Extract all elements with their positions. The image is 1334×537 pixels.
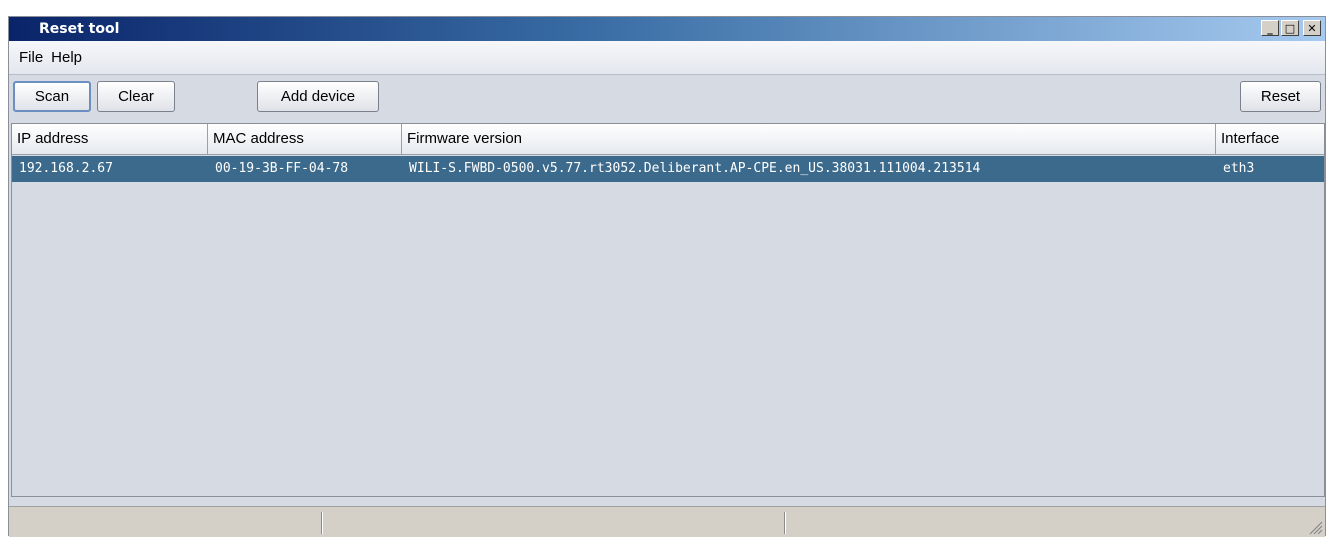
status-divider xyxy=(321,512,323,534)
cell-mac: 00-19-3B-FF-04-78 xyxy=(215,161,349,176)
window-title: Reset tool xyxy=(39,21,120,37)
clear-button[interactable]: Clear xyxy=(97,81,175,112)
cell-firmware: WILI-S.FWBD-0500.v5.77.rt3052.Deliberant… xyxy=(409,161,981,176)
menu-file[interactable]: File xyxy=(19,47,43,68)
menu-bar: File Help xyxy=(9,41,1325,75)
minimize-icon: _ xyxy=(1267,21,1273,35)
table-row[interactable]: 192.168.2.67 00-19-3B-FF-04-78 WILI-S.FW… xyxy=(12,156,1324,182)
minimize-button[interactable]: _ xyxy=(1261,20,1279,36)
maximize-button[interactable]: □ xyxy=(1281,20,1299,36)
cell-ip: 192.168.2.67 xyxy=(19,161,113,176)
cell-interface: eth3 xyxy=(1223,161,1255,176)
title-bar[interactable]: Reset tool _ □ ✕ xyxy=(9,17,1325,41)
table-header: IP address MAC address Firmware version … xyxy=(12,124,1324,155)
close-button[interactable]: ✕ xyxy=(1303,20,1321,36)
add-device-button[interactable]: Add device xyxy=(257,81,379,112)
reset-button[interactable]: Reset xyxy=(1240,81,1321,112)
resize-grip-icon[interactable] xyxy=(1307,519,1323,535)
reset-tool-window: Reset tool _ □ ✕ File Help Scan Clear Ad… xyxy=(8,16,1326,537)
maximize-icon: □ xyxy=(1284,21,1296,35)
column-header-interface[interactable]: Interface xyxy=(1216,124,1324,154)
column-header-mac[interactable]: MAC address xyxy=(208,124,402,154)
menu-help[interactable]: Help xyxy=(51,47,82,68)
toolbar: Scan Clear Add device Reset xyxy=(9,75,1325,121)
column-header-ip[interactable]: IP address xyxy=(12,124,208,154)
column-header-firmware[interactable]: Firmware version xyxy=(402,124,1216,154)
device-table[interactable]: IP address MAC address Firmware version … xyxy=(11,123,1325,497)
scan-button[interactable]: Scan xyxy=(13,81,91,112)
status-bar xyxy=(9,506,1325,537)
close-icon: ✕ xyxy=(1307,21,1317,35)
status-divider xyxy=(784,512,786,534)
window-controls: _ □ ✕ xyxy=(1261,20,1321,36)
